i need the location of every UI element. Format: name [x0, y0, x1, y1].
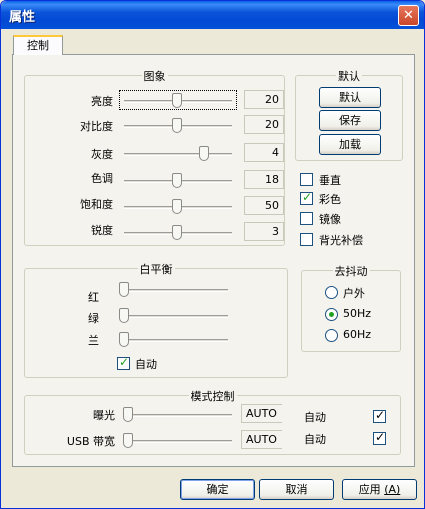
60hz-label: 60Hz	[343, 328, 372, 341]
hue-label: 色调	[91, 172, 113, 185]
image-group: 图象 亮度 20 对比度 20 灰度 4 色调 18 饱和度 50 锐度 3	[24, 70, 285, 246]
apply-label: 应用	[358, 483, 381, 496]
50hz-radio[interactable]	[325, 308, 338, 321]
green-label: 绿	[88, 312, 99, 325]
outdoor-label: 户外	[343, 287, 365, 300]
usb-bandwidth-value: AUTO	[241, 430, 282, 449]
default-button[interactable]: 默认	[319, 87, 381, 108]
red-slider[interactable]	[115, 279, 233, 299]
saturation-value: 50	[244, 196, 284, 215]
backlight-checkbox[interactable]	[300, 233, 313, 246]
anti-flicker-group: 去抖动 户外 50Hz 60Hz	[301, 265, 401, 352]
saturation-label: 饱和度	[80, 198, 113, 211]
brightness-label: 亮度	[91, 95, 113, 108]
sharpness-slider[interactable]	[119, 222, 237, 242]
slider-thumb[interactable]	[172, 93, 182, 108]
check-icon: ✓	[302, 190, 313, 204]
60hz-radio[interactable]	[325, 329, 338, 342]
flip-vertical-checkbox[interactable]	[300, 173, 313, 186]
brightness-value: 20	[244, 90, 284, 109]
gamma-label: 灰度	[91, 148, 113, 161]
backlight-label: 背光补偿	[319, 234, 363, 247]
mirror-checkbox[interactable]	[300, 212, 313, 225]
title-bar[interactable]: 属性 ✕	[1, 1, 424, 29]
usb-bandwidth-slider[interactable]	[119, 430, 237, 450]
load-button[interactable]: 加载	[319, 134, 381, 155]
50hz-label: 50Hz	[343, 307, 372, 320]
usb-bandwidth-auto-checkbox[interactable]: ✓	[373, 430, 386, 445]
exposure-label: 曝光	[93, 409, 115, 422]
color-label: 彩色	[319, 193, 341, 206]
save-button[interactable]: 保存	[319, 110, 381, 131]
slider-thumb[interactable]	[119, 332, 129, 347]
sharpness-label: 锐度	[91, 224, 113, 237]
usb-bandwidth-auto-label: 自动	[304, 433, 326, 446]
flip-vertical-label: 垂直	[319, 174, 341, 187]
brightness-slider[interactable]	[119, 90, 237, 110]
saturation-slider[interactable]	[119, 196, 237, 216]
close-button[interactable]: ✕	[398, 5, 419, 26]
apply-button[interactable]: 应用 (A)	[342, 479, 417, 500]
white-balance-auto-label: 自动	[135, 358, 157, 371]
exposure-value: AUTO	[241, 404, 282, 423]
apply-accelerator: (A)	[384, 483, 401, 496]
exposure-auto-label: 自动	[304, 411, 326, 424]
anti-flicker-title: 去抖动	[332, 265, 370, 278]
hue-slider[interactable]	[119, 170, 237, 190]
tab-control[interactable]: 控制	[13, 35, 63, 55]
slider-thumb[interactable]	[123, 407, 133, 422]
close-icon: ✕	[403, 8, 414, 23]
tab-label: 控制	[27, 39, 49, 52]
slider-thumb[interactable]	[119, 308, 129, 323]
defaults-group-title: 默认	[336, 70, 362, 83]
outdoor-radio[interactable]	[325, 286, 338, 299]
hue-value: 18	[244, 170, 284, 189]
exposure-auto-checkbox[interactable]: ✓	[373, 408, 386, 423]
blue-slider[interactable]	[115, 329, 233, 349]
mode-control-title: 模式控制	[188, 390, 237, 403]
slider-thumb[interactable]	[172, 199, 182, 214]
contrast-slider[interactable]	[119, 115, 237, 135]
cancel-button[interactable]: 取消	[259, 479, 334, 500]
color-checkbox[interactable]: ✓	[300, 190, 313, 205]
blue-label: 兰	[88, 334, 99, 347]
white-balance-group: 白平衡 红 绿 兰 ✓ 自动	[24, 263, 288, 378]
check-icon: ✓	[375, 408, 386, 422]
gamma-value: 4	[244, 143, 284, 162]
sharpness-value: 3	[244, 222, 284, 241]
radio-dot	[329, 312, 334, 317]
gamma-slider[interactable]	[119, 143, 237, 163]
green-slider[interactable]	[115, 305, 233, 325]
exposure-slider[interactable]	[119, 404, 237, 424]
contrast-value: 20	[244, 115, 284, 134]
ok-button[interactable]: 确定	[180, 479, 255, 500]
defaults-group: 默认 默认 保存 加载	[295, 70, 403, 161]
slider-thumb[interactable]	[119, 282, 129, 297]
image-group-title: 图象	[141, 70, 168, 83]
tab-panel: 图象 亮度 20 对比度 20 灰度 4 色调 18 饱和度 50 锐度 3 默…	[12, 54, 415, 467]
red-label: 红	[88, 291, 99, 304]
check-icon: ✓	[375, 430, 386, 444]
check-icon: ✓	[119, 355, 130, 369]
mode-control-group: 模式控制 曝光 AUTO 自动 ✓ USB 带宽 AUTO 自动 ✓	[24, 390, 401, 455]
properties-dialog: 属性 ✕ 控制 图象 亮度 20 对比度 20 灰度 4 色调 18 饱和度 5…	[0, 0, 425, 509]
slider-thumb[interactable]	[123, 433, 133, 448]
slider-thumb[interactable]	[172, 173, 182, 188]
contrast-label: 对比度	[80, 120, 113, 133]
mirror-label: 镜像	[319, 213, 341, 226]
white-balance-auto-checkbox[interactable]: ✓	[117, 355, 130, 370]
white-balance-title: 白平衡	[137, 263, 175, 276]
slider-thumb[interactable]	[172, 225, 182, 240]
window-title: 属性	[9, 10, 36, 25]
slider-thumb[interactable]	[172, 118, 182, 133]
slider-thumb[interactable]	[199, 146, 209, 161]
usb-bandwidth-label: USB 带宽	[66, 435, 115, 448]
